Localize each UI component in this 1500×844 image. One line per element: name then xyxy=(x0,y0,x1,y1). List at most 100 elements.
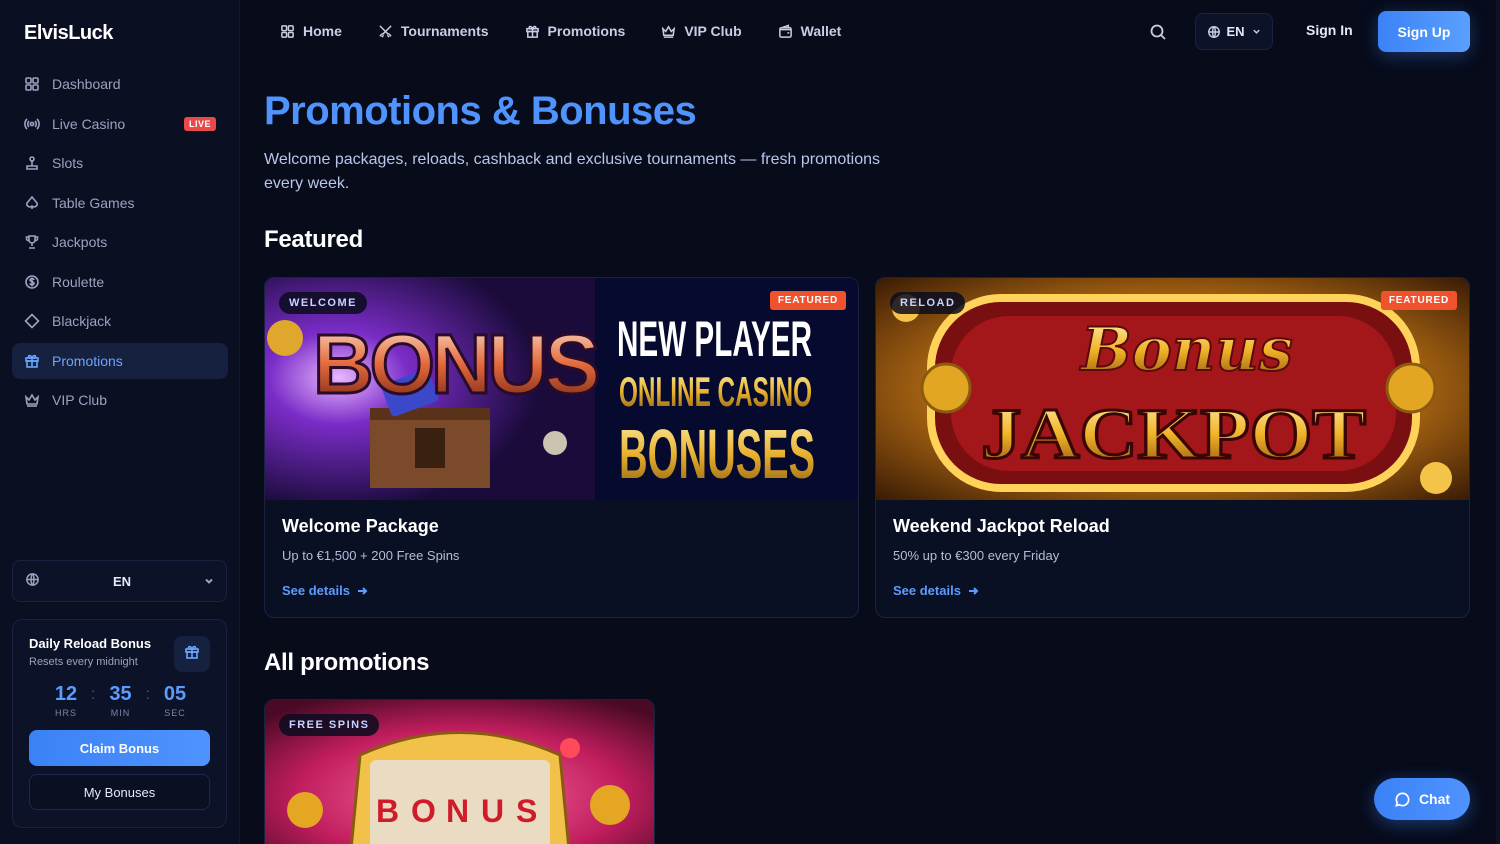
sidebar-item-dashboard[interactable]: Dashboard xyxy=(12,66,228,102)
timer-minutes-value: 35 xyxy=(109,683,132,705)
search-icon[interactable] xyxy=(1149,23,1167,46)
timer-minutes: 35 MIN xyxy=(101,682,141,718)
globe-icon xyxy=(25,572,40,590)
wallet-icon xyxy=(778,23,792,38)
nav-vip-club[interactable]: VIP Club xyxy=(661,23,742,39)
see-details-link[interactable]: See details xyxy=(282,583,368,598)
timer-separator: : xyxy=(145,686,150,703)
see-details-label: See details xyxy=(893,583,961,598)
promo-card-free-spins[interactable]: B O N U S FREE SPINS xyxy=(264,699,655,844)
promo-tag: RELOAD xyxy=(890,292,966,314)
gift-icon xyxy=(184,644,200,665)
sidebar-item-table-games[interactable]: Table Games xyxy=(12,185,228,221)
promo-tag: FREE SPINS xyxy=(279,714,380,736)
daily-bonus-widget: Daily Reload Bonus Resets every midnight… xyxy=(12,619,227,828)
nav-tournaments[interactable]: Tournaments xyxy=(378,23,489,39)
featured-heading: Featured xyxy=(264,226,363,253)
sidebar-item-live-casino[interactable]: Live Casino LIVE xyxy=(12,106,228,142)
timer-hours-label: HRS xyxy=(55,708,78,718)
sidebar-item-label: Roulette xyxy=(52,273,105,290)
crown-icon xyxy=(24,392,40,408)
sidebar-item-roulette[interactable]: Roulette xyxy=(12,264,228,300)
nav-tournaments-label: Tournaments xyxy=(400,23,489,39)
banner-line-2: ONLINE CASINO xyxy=(619,368,812,415)
gift-button[interactable] xyxy=(174,636,210,672)
banner-jackpot-word: JACKPOT xyxy=(981,394,1366,474)
promo-card-welcome[interactable]: BONUS NEW PLAYER ONLINE CASINO BONUSES W… xyxy=(264,277,859,618)
sidebar-item-label: Blackjack xyxy=(52,313,112,329)
timer-hours: 12 HRS xyxy=(46,682,86,718)
sidebar-item-jackpots[interactable]: Jackpots xyxy=(12,224,228,260)
nav-wallet-label: Wallet xyxy=(800,23,842,39)
sign-in-link[interactable]: Sign In xyxy=(1306,22,1353,38)
grid-icon xyxy=(281,24,294,38)
top-navigation: Home Tournaments Promotions VIP Club Wal… xyxy=(240,0,1500,62)
sidebar-item-vip-club[interactable]: VIP Club xyxy=(12,382,228,418)
grid-icon xyxy=(24,76,40,92)
arrow-right-icon xyxy=(357,586,368,595)
promo-title: Weekend Jackpot Reload xyxy=(893,516,1110,536)
sidebar-item-promotions[interactable]: Promotions xyxy=(12,342,228,379)
sidebar-item-label: Dashboard xyxy=(52,76,121,92)
banner-bonus-word: BONUS xyxy=(313,317,597,411)
all-promotions-heading: All promotions xyxy=(264,649,430,676)
nav-home[interactable]: Home xyxy=(280,23,342,39)
joystick-icon xyxy=(24,155,40,171)
spade-icon xyxy=(24,195,40,211)
promo-tag: WELCOME xyxy=(279,292,367,314)
timer-seconds-label: SEC xyxy=(164,708,186,718)
sidebar-item-label: VIP Club xyxy=(52,392,107,408)
banner-line-3: BONUSES xyxy=(619,415,815,493)
swords-icon xyxy=(379,24,392,38)
chat-label: Chat xyxy=(1418,791,1451,807)
claim-bonus-button[interactable]: Claim Bonus xyxy=(29,730,210,766)
sidebar-item-label: Table Games xyxy=(52,194,135,211)
see-details-label: See details xyxy=(282,583,350,598)
sign-up-button[interactable]: Sign Up xyxy=(1378,11,1470,52)
promo-card-reload[interactable]: Bonus JACKPOT RELOAD FEATURED Weekend Ja… xyxy=(875,277,1470,618)
jackpot-banner-art: Bonus JACKPOT xyxy=(876,278,1469,500)
broadcast-icon xyxy=(24,116,40,132)
chevron-down-icon xyxy=(204,574,214,589)
language-dropdown[interactable]: EN xyxy=(1195,13,1273,50)
page-scrollbar[interactable] xyxy=(1496,0,1500,844)
promo-subtitle: Up to €1,500 + 200 Free Spins xyxy=(282,548,460,563)
see-details-link[interactable]: See details xyxy=(893,583,979,598)
sidebar-nav: Dashboard Live Casino LIVE Slots Table G… xyxy=(12,66,228,422)
promo-banner-reload: Bonus JACKPOT xyxy=(876,278,1469,500)
my-bonuses-button[interactable]: My Bonuses xyxy=(29,774,210,810)
reel-letter-b: B xyxy=(376,793,399,829)
banner-line-1: NEW PLAYER xyxy=(617,311,812,367)
sidebar: ElvisLuck Dashboard Live Casino LIVE Slo… xyxy=(0,0,240,844)
page-title: Promotions & Bonuses xyxy=(264,89,697,133)
timer-seconds: 05 SEC xyxy=(155,682,195,718)
sidebar-item-blackjack[interactable]: Blackjack xyxy=(12,303,228,339)
arrow-right-icon xyxy=(968,586,979,595)
nav-wallet[interactable]: Wallet xyxy=(778,23,842,39)
sidebar-item-label: Promotions xyxy=(52,352,123,369)
promo-subtitle: 50% up to €300 every Friday xyxy=(893,548,1060,563)
reel-letter-u: U xyxy=(481,793,504,829)
sidebar-item-slots[interactable]: Slots xyxy=(12,145,228,181)
brand-logo[interactable]: ElvisLuck xyxy=(24,22,113,45)
sidebar-language-select[interactable]: EN xyxy=(12,560,227,602)
nav-home-label: Home xyxy=(303,23,342,39)
nav-promotions[interactable]: Promotions xyxy=(525,23,626,39)
featured-badge: FEATURED xyxy=(1380,291,1457,310)
gift-icon xyxy=(24,353,40,369)
dollar-icon xyxy=(24,274,40,290)
page-description: Welcome packages, reloads, cashback and … xyxy=(264,151,881,192)
language-value: EN xyxy=(112,573,132,589)
nav-promotions-label: Promotions xyxy=(547,23,626,39)
nav-vip-club-label: VIP Club xyxy=(684,23,742,39)
chat-button[interactable]: Chat xyxy=(1374,778,1470,820)
timer-separator: : xyxy=(91,686,96,703)
sidebar-item-label: Live Casino xyxy=(52,115,126,132)
reel-letter-n: N xyxy=(446,793,469,829)
chevron-down-icon xyxy=(1252,29,1260,34)
countdown-timer: 12 HRS : 35 MIN : 05 SEC xyxy=(29,682,212,718)
banner-bonus-script: Bonus xyxy=(1079,315,1293,385)
reel-letter-s: S xyxy=(516,793,537,829)
timer-hours-value: 12 xyxy=(54,683,78,705)
sidebar-item-label: Jackpots xyxy=(52,234,108,250)
